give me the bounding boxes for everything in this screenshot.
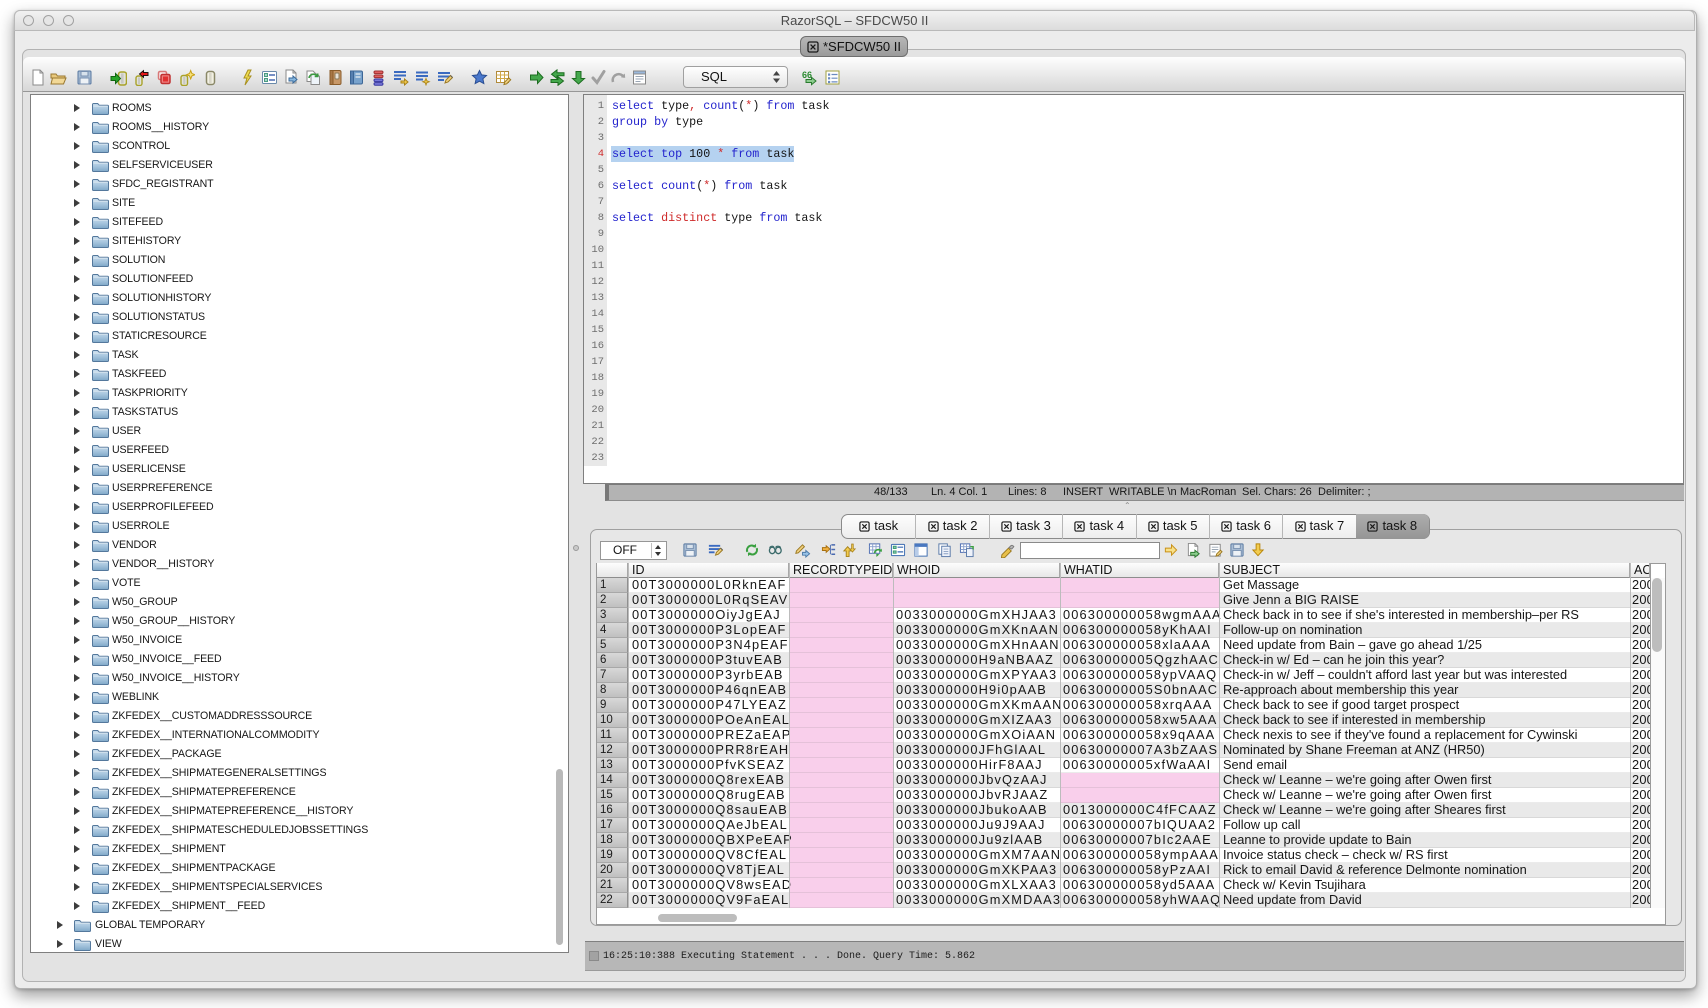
svg-text:66: 66 (802, 70, 812, 80)
